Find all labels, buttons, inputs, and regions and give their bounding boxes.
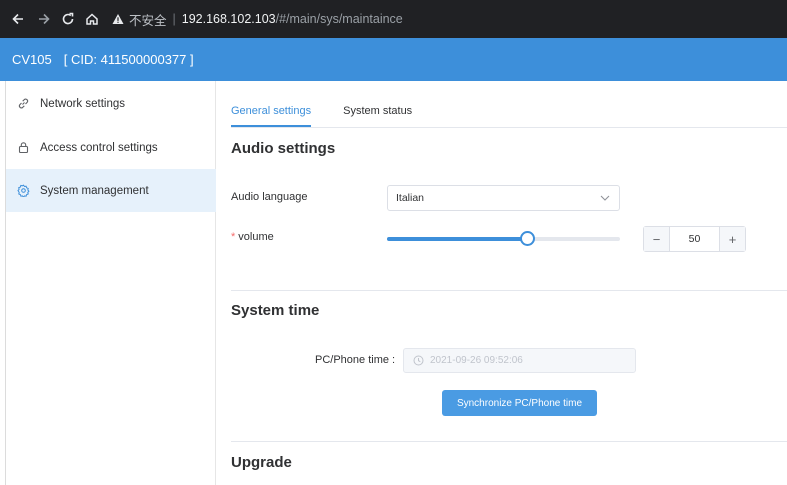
sidebar-item-access-control-settings[interactable]: Access control settings: [6, 126, 216, 169]
audio-language-select[interactable]: Italian: [387, 185, 620, 211]
volume-slider-handle[interactable]: [519, 231, 535, 246]
tab-divider: [231, 127, 787, 128]
app-header: CV105 [ CID: 411500000377 ]: [0, 38, 787, 81]
link-icon: [16, 97, 30, 111]
reload-icon[interactable]: [58, 9, 78, 29]
device-cid: [ CID: 411500000377 ]: [63, 52, 194, 67]
browser-toolbar: 不安全 | 192.168.102.103 /#/main/sys/mainta…: [0, 0, 787, 38]
volume-slider-fill: [387, 237, 527, 241]
home-icon[interactable]: [82, 9, 102, 29]
volume-decrease-button[interactable]: −: [644, 227, 670, 251]
sidebar-item-system-management[interactable]: System management: [6, 169, 216, 212]
sidebar: Network settings Access control settings…: [0, 81, 216, 485]
url-host: 192.168.102.103: [181, 12, 276, 26]
tab-bar: General settings System status: [231, 105, 444, 127]
sidebar-item-label: Access control settings: [40, 141, 158, 154]
lock-icon: [16, 141, 30, 155]
synchronize-time-button[interactable]: Synchronize PC/Phone time: [442, 390, 597, 416]
address-bar[interactable]: 不安全 | 192.168.102.103 /#/main/sys/mainta…: [111, 6, 787, 32]
insecure-label: 不安全: [129, 13, 167, 28]
volume-label-text: volume: [238, 231, 274, 243]
system-time-title: System time: [231, 302, 320, 319]
sidebar-item-network-settings[interactable]: Network settings: [6, 82, 216, 125]
device-name: CV105: [12, 52, 52, 67]
chevron-down-icon: [599, 192, 611, 204]
section-divider: [231, 441, 787, 442]
sidebar-item-label: System management: [40, 184, 149, 197]
arrow-left-icon[interactable]: [8, 9, 28, 29]
section-divider: [231, 290, 787, 291]
pc-phone-time-label: PC/Phone time :: [315, 354, 396, 366]
tab-general-settings[interactable]: General settings: [231, 105, 312, 127]
required-mark: *: [231, 231, 236, 243]
sidebar-item-label: Network settings: [40, 97, 126, 110]
volume-slider[interactable]: [387, 231, 620, 246]
volume-stepper: − 50 +: [643, 226, 746, 252]
tab-system-status[interactable]: System status: [343, 105, 412, 127]
audio-language-value: Italian: [396, 192, 425, 204]
main-content: General settings System status Audio set…: [217, 81, 787, 485]
gear-icon: [16, 184, 30, 198]
url-path: /#/main/sys/maintaince: [275, 12, 403, 26]
pc-phone-time-value: 2021-09-26 09:52:06: [430, 355, 523, 366]
volume-label: * volume: [231, 231, 274, 243]
audio-settings-title: Audio settings: [231, 140, 336, 157]
warning-triangle-icon: [111, 12, 125, 26]
audio-language-label: Audio language: [231, 191, 308, 203]
clock-icon: [412, 355, 424, 367]
volume-increase-button[interactable]: +: [719, 227, 745, 251]
volume-input[interactable]: 50: [670, 227, 719, 251]
upgrade-title: Upgrade: [231, 454, 292, 471]
pc-phone-time-field: 2021-09-26 09:52:06: [403, 348, 636, 373]
url-separator: |: [172, 12, 176, 26]
arrow-right-icon[interactable]: [34, 9, 54, 29]
